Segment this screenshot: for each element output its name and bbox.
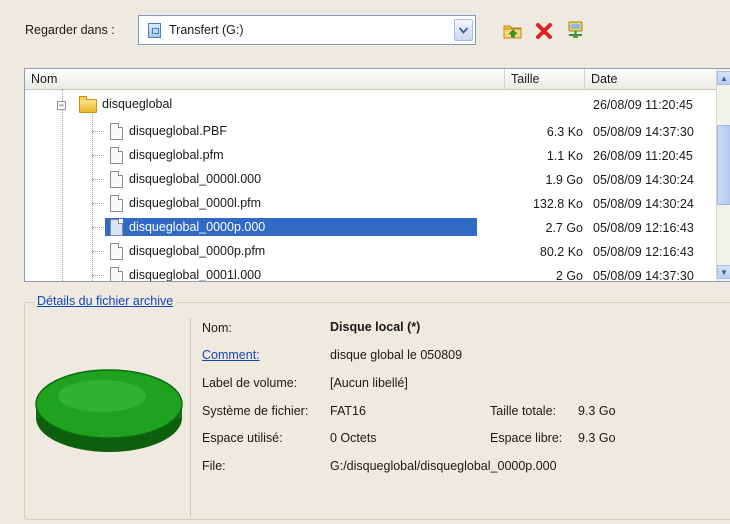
network-drive-icon[interactable] (566, 20, 586, 40)
disk-icon (35, 369, 183, 452)
file-name-cell: disqueglobal_0000p.000 (105, 218, 477, 236)
file-icon (110, 267, 123, 281)
file-row[interactable]: disqueglobal.pfm 1.1 Ko 26/08/09 11:20:45 (25, 143, 719, 167)
look-in-combobox[interactable]: Transfert (G:) (138, 15, 476, 45)
file-date: 26/08/09 11:20:45 (593, 149, 693, 163)
file-size: 132.8 Ko (532, 197, 583, 211)
total-size-label: Taille totale: (490, 404, 557, 418)
file-name: disqueglobal_0000p.000 (129, 220, 266, 234)
volume-label: Label de volume: (202, 376, 298, 390)
scroll-up-icon[interactable]: ▲ (717, 71, 730, 85)
file-row[interactable]: disqueglobal.PBF 6.3 Ko 05/08/09 14:37:30 (25, 119, 719, 143)
file-size: 1.1 Ko (546, 149, 583, 163)
file-name: disqueglobal.pfm (129, 148, 224, 162)
file-icon (110, 195, 123, 212)
file-size: 1.9 Go (545, 173, 583, 187)
file-icon (110, 123, 123, 140)
file-row[interactable]: disqueglobal_0000l.000 1.9 Go 05/08/09 14:… (25, 167, 719, 191)
file-date: 05/08/09 14:37:30 (593, 269, 694, 282)
details-divider (190, 318, 191, 516)
scroll-thumb[interactable] (717, 125, 730, 205)
file-icon (110, 147, 123, 164)
file-icon (110, 219, 123, 236)
folder-up-icon[interactable] (503, 20, 523, 40)
file-name: disqueglobal_0001l.000 (129, 268, 262, 282)
file-size: 2 Go (555, 269, 583, 282)
name-value: Disque local (*) (330, 320, 421, 334)
column-header-date[interactable]: Date (585, 69, 719, 89)
file-name: disqueglobal.PBF (129, 124, 227, 138)
file-path-value: G:/disqueglobal/disqueglobal_0000p.000 (330, 459, 557, 473)
column-header-size[interactable]: Taille (505, 69, 585, 89)
archive-browser-dialog: Regarder dans : Transfert (G:) Nom Taill… (0, 0, 730, 524)
file-name: disqueglobal_0000p.pfm (129, 244, 266, 258)
free-space-value: 9.3 Go (578, 431, 616, 445)
look-in-label: Regarder dans : (25, 23, 115, 37)
file-size: 6.3 Ko (546, 125, 583, 139)
file-date: 05/08/09 14:30:24 (593, 197, 694, 211)
free-space-label: Espace libre: (490, 431, 563, 445)
file-row[interactable]: disqueglobal_0000p.000 2.7 Go 05/08/09 12:… (25, 215, 719, 239)
comment-value: disque global le 050809 (330, 348, 463, 362)
archive-details-title[interactable]: Détails du fichier archive (34, 294, 177, 308)
look-in-value: Transfert (G:) (169, 23, 244, 37)
file-icon (110, 243, 123, 260)
chevron-down-icon[interactable] (454, 19, 473, 41)
file-name: disqueglobal_0000l.pfm (129, 196, 262, 210)
scroll-down-icon[interactable]: ▼ (717, 265, 730, 279)
file-path-label: File: (202, 459, 226, 473)
file-name-cell: disqueglobal_0000p.pfm (105, 242, 269, 260)
file-date: 05/08/09 14:37:30 (593, 125, 694, 139)
delete-icon[interactable] (535, 20, 555, 40)
file-date: 05/08/09 12:16:43 (593, 245, 694, 259)
used-space-label: Espace utilisé: (202, 431, 283, 445)
file-row[interactable]: disqueglobal_0000l.pfm 132.8 Ko 05/08/09 1… (25, 191, 719, 215)
name-label: Nom: (202, 321, 232, 335)
file-size: 80.2 Ko (539, 245, 583, 259)
comment-link[interactable]: Comment: (202, 348, 260, 362)
file-date: 05/08/09 14:30:24 (593, 173, 694, 187)
file-size: 2.7 Go (545, 221, 583, 235)
file-name-cell: disqueglobal_0000l.pfm (105, 194, 265, 212)
list-header: Nom Taille Date (25, 69, 730, 90)
total-size-value: 9.3 Go (578, 404, 616, 418)
file-name: disqueglobal_0000l.000 (129, 172, 262, 186)
file-row[interactable]: disqueglobal_0001l.000 2 Go 05/08/09 14:37… (25, 263, 719, 282)
folder-icon (79, 96, 97, 113)
folder-date: 26/08/09 11:20:45 (593, 98, 693, 112)
used-space-value: 0 Octets (330, 431, 377, 445)
file-name-cell: disqueglobal.PBF (105, 122, 231, 140)
folder-name: disqueglobal (102, 97, 173, 111)
filesystem-value: FAT16 (330, 404, 366, 418)
file-name-cell: disqueglobal_0001l.000 (105, 266, 265, 282)
file-list-view[interactable]: Nom Taille Date − disqueglobal 26/08/09 … (24, 68, 730, 282)
vertical-scrollbar[interactable]: ▲ ▼ (716, 69, 730, 281)
file-date: 05/08/09 12:16:43 (593, 221, 694, 235)
collapse-icon[interactable]: − (57, 101, 66, 110)
column-header-name[interactable]: Nom (25, 69, 505, 89)
filesystem-label: Système de fichier: (202, 404, 309, 418)
file-row[interactable]: disqueglobal_0000p.pfm 80.2 Ko 05/08/09 12… (25, 239, 719, 263)
file-name-cell: disqueglobal.pfm (105, 146, 228, 164)
folder-row[interactable]: − disqueglobal 26/08/09 11:20:45 (25, 95, 719, 119)
file-icon (110, 171, 123, 188)
file-name-cell: disqueglobal_0000l.000 (105, 170, 265, 188)
volume-value: [Aucun libellé] (330, 376, 408, 390)
drive-icon (148, 23, 161, 38)
